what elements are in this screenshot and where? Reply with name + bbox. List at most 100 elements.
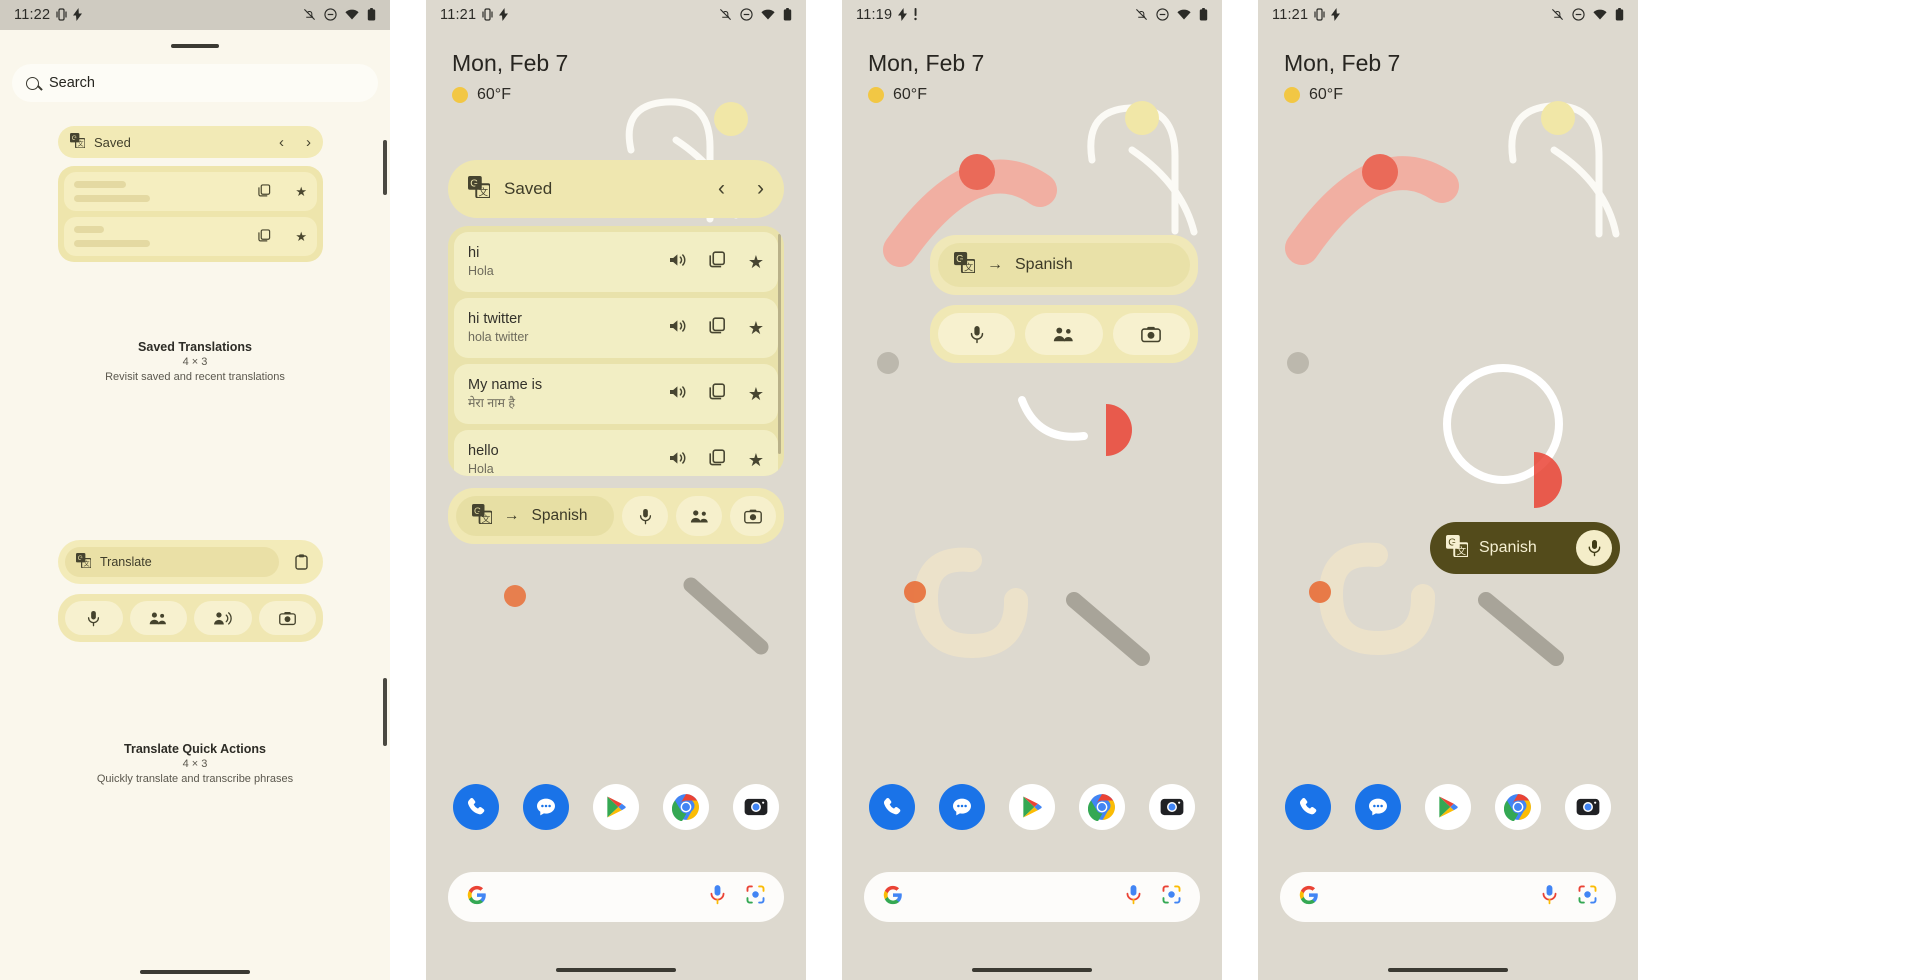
navigation-bar-handle[interactable] <box>140 970 250 974</box>
google-lens-icon[interactable] <box>1161 884 1182 910</box>
mic-icon[interactable] <box>938 313 1016 355</box>
star-icon[interactable]: ★ <box>748 450 764 471</box>
search-input[interactable]: Search <box>12 64 378 102</box>
camera-icon[interactable] <box>258 601 316 635</box>
home-date[interactable]: Mon, Feb 7 <box>452 50 568 77</box>
quick-actions-widget[interactable]: G文 → Spanish <box>930 235 1198 363</box>
google-lens-icon[interactable] <box>1577 884 1598 910</box>
widget-header[interactable]: G文 Saved ‹ › <box>448 160 784 218</box>
sun-icon <box>868 87 884 103</box>
phone-icon[interactable] <box>1285 784 1331 830</box>
quick-actions-preview[interactable]: G文 Translate <box>58 540 323 642</box>
home-date[interactable]: Mon, Feb 7 <box>1284 50 1400 77</box>
copy-icon[interactable] <box>709 383 726 405</box>
copy-icon[interactable] <box>258 228 271 245</box>
navigation-bar-handle[interactable] <box>972 968 1092 972</box>
mic-icon[interactable] <box>708 884 727 910</box>
mic-icon[interactable] <box>65 601 123 635</box>
sheet-scrollbar-thumb[interactable] <box>383 678 387 746</box>
home-weather[interactable]: 60°F <box>868 86 927 104</box>
translate-pill[interactable]: G文 Translate <box>65 547 279 577</box>
google-lens-icon[interactable] <box>745 884 766 910</box>
saved-translations-widget[interactable]: G文 Saved ‹ › hi Hola ★ hi twitter hola t… <box>448 160 784 544</box>
camera-icon[interactable] <box>1112 313 1190 355</box>
widget-info-saved-translations: Saved Translations 4 × 3 Revisit saved a… <box>0 340 390 383</box>
google-translate-icon: G文 <box>468 175 491 203</box>
table-row[interactable]: hello Hola ★ <box>454 430 778 476</box>
svg-text:文: 文 <box>84 560 90 568</box>
sheet-scrollbar[interactable] <box>383 140 387 195</box>
navigation-bar-handle[interactable] <box>556 968 676 972</box>
star-icon[interactable]: ★ <box>748 318 764 339</box>
svg-text:文: 文 <box>78 140 84 148</box>
sheet-drag-handle[interactable] <box>171 44 219 48</box>
clipboard-icon[interactable] <box>286 554 316 570</box>
volume-icon[interactable] <box>669 318 687 339</box>
copy-icon[interactable] <box>709 251 726 273</box>
conversation-icon[interactable] <box>129 601 187 635</box>
home-weather[interactable]: 60°F <box>1284 86 1343 104</box>
list-item[interactable]: ★ <box>64 172 317 211</box>
copy-icon[interactable] <box>709 449 726 471</box>
camera-icon[interactable] <box>730 496 776 536</box>
mic-icon[interactable] <box>1124 884 1143 910</box>
widget-description: Quickly translate and transcribe phrases <box>96 773 294 785</box>
chevron-right-icon[interactable]: › <box>757 177 764 201</box>
home-date[interactable]: Mon, Feb 7 <box>868 50 984 77</box>
chrome-icon[interactable] <box>1079 784 1125 830</box>
home-weather[interactable]: 60°F <box>452 86 511 104</box>
language-pill[interactable]: G文 → Spanish <box>456 496 614 536</box>
google-search-bar[interactable] <box>1280 872 1616 922</box>
mic-icon[interactable] <box>1540 884 1559 910</box>
phone-icon[interactable] <box>869 784 915 830</box>
star-icon[interactable]: ★ <box>748 384 764 405</box>
mic-icon[interactable] <box>1576 530 1612 566</box>
widget-title: Translate Quick Actions <box>124 742 266 756</box>
star-icon[interactable]: ★ <box>748 252 764 273</box>
conversation-icon[interactable] <box>676 496 722 536</box>
list-scrollbar[interactable] <box>778 234 781 454</box>
copy-icon[interactable] <box>258 183 271 200</box>
play-store-icon[interactable] <box>593 784 639 830</box>
dnd-icon <box>1156 7 1169 23</box>
chrome-icon[interactable] <box>1495 784 1541 830</box>
play-store-icon[interactable] <box>1009 784 1055 830</box>
messages-icon[interactable] <box>1355 784 1401 830</box>
play-store-icon[interactable] <box>1425 784 1471 830</box>
camera-icon[interactable] <box>733 784 779 830</box>
star-icon[interactable]: ★ <box>295 184 307 200</box>
table-row[interactable]: My name is मेरा नाम है ★ <box>454 364 778 424</box>
chevron-left-icon[interactable]: ‹ <box>718 177 725 201</box>
table-row[interactable]: hi twitter hola twitter ★ <box>454 298 778 358</box>
camera-icon[interactable] <box>1565 784 1611 830</box>
language-pill[interactable]: G文 → Spanish <box>938 243 1190 287</box>
chrome-icon[interactable] <box>663 784 709 830</box>
navigation-bar-handle[interactable] <box>1388 968 1508 972</box>
star-icon[interactable]: ★ <box>295 229 307 245</box>
volume-icon[interactable] <box>669 252 687 273</box>
phone-icon[interactable] <box>453 784 499 830</box>
transcribe-icon[interactable] <box>194 601 252 635</box>
dock <box>426 784 806 830</box>
widget-action-bar: G文 → Spanish <box>448 488 784 544</box>
camera-icon[interactable] <box>1149 784 1195 830</box>
chevron-left-icon[interactable]: ‹ <box>279 134 284 151</box>
translations-list[interactable]: hi Hola ★ hi twitter hola twitter ★ My n… <box>448 226 784 476</box>
google-search-bar[interactable] <box>448 872 784 922</box>
messages-icon[interactable] <box>523 784 569 830</box>
conversation-icon[interactable] <box>1025 313 1103 355</box>
compact-translate-widget[interactable]: G文 Spanish <box>1430 522 1620 574</box>
table-row[interactable]: hi Hola ★ <box>454 232 778 292</box>
panel-home-saved-translations: 11:21 Mon, Feb 7 60°F G 文 Saved ‹ › hi H… <box>426 0 806 980</box>
preview-rows: ★ ★ <box>58 166 323 262</box>
saved-translations-preview[interactable]: G文 Saved ‹ › ★ ★ <box>58 126 323 262</box>
copy-icon[interactable] <box>709 317 726 339</box>
volume-icon[interactable] <box>669 384 687 405</box>
volume-icon[interactable] <box>669 450 687 471</box>
messages-icon[interactable] <box>939 784 985 830</box>
mic-icon[interactable] <box>622 496 668 536</box>
list-item[interactable]: ★ <box>64 217 317 256</box>
chevron-right-icon[interactable]: › <box>306 134 311 151</box>
google-search-bar[interactable] <box>864 872 1200 922</box>
vibrate-icon <box>1314 7 1325 23</box>
